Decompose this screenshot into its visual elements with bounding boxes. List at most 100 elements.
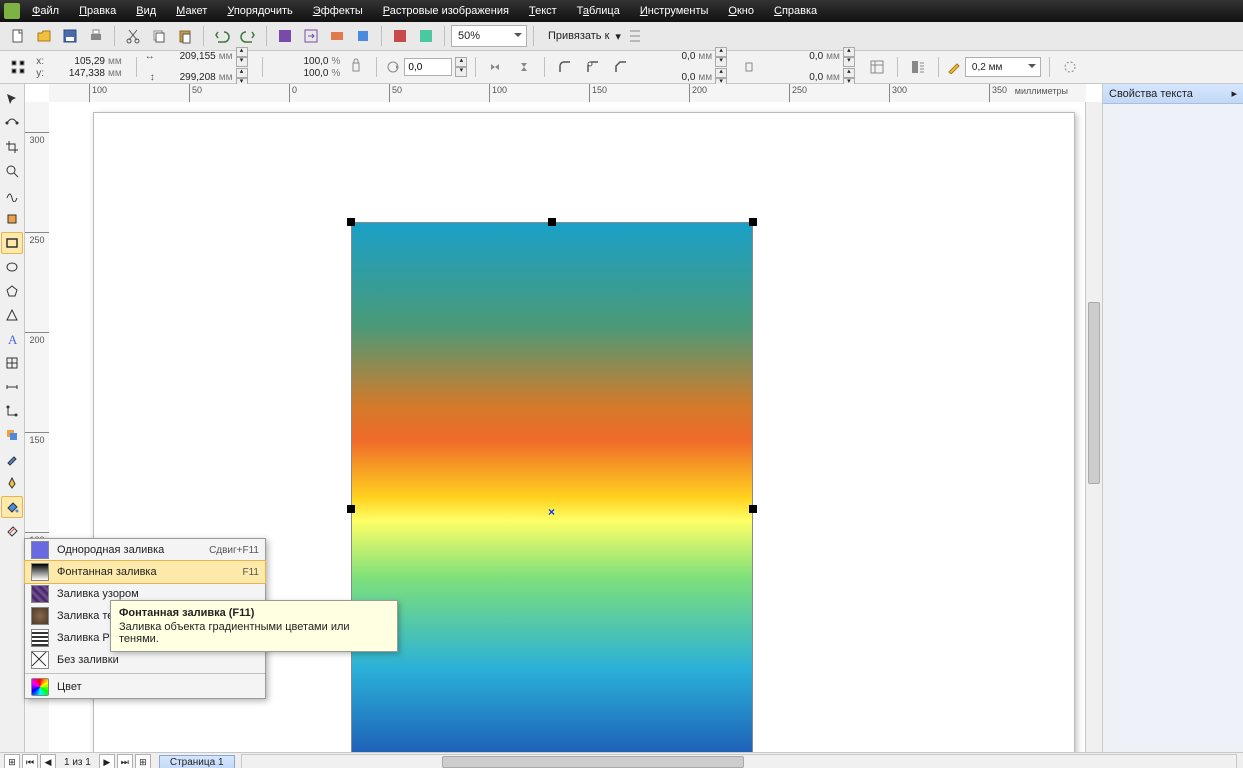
object-origin-button[interactable] xyxy=(6,55,30,79)
first-page-button[interactable]: ⏮ xyxy=(22,754,38,768)
lock-ratio-button[interactable] xyxy=(344,55,368,79)
selected-rectangle[interactable]: × xyxy=(351,222,753,752)
horizontal-ruler[interactable]: 100 50 0 50 100 150 200 250 300 350 милл… xyxy=(49,84,1086,103)
pick-tool[interactable] xyxy=(1,88,23,110)
width-value[interactable]: 209,155 xyxy=(158,51,216,62)
menu-arrange[interactable]: Упорядочить xyxy=(219,3,300,19)
connector-tool[interactable] xyxy=(1,400,23,422)
corner-br[interactable]: 0,0 xyxy=(765,72,823,83)
add-page-after-button[interactable]: ⊞ xyxy=(135,754,151,768)
smart-fill-tool[interactable] xyxy=(1,208,23,230)
paste-button[interactable] xyxy=(173,24,197,48)
menu-view[interactable]: Вид xyxy=(128,3,164,19)
app1-button[interactable] xyxy=(388,24,412,48)
handle-top-left[interactable] xyxy=(347,218,355,226)
cut-button[interactable] xyxy=(121,24,145,48)
menu-bitmaps[interactable]: Растровые изображения xyxy=(375,3,517,19)
publish-button[interactable] xyxy=(325,24,349,48)
corner-bl[interactable]: 0,0 xyxy=(637,72,695,83)
snap-options-button[interactable] xyxy=(623,24,647,48)
rotation-spinner[interactable]: ▴▾ xyxy=(455,57,467,77)
wrap-text-button[interactable] xyxy=(906,55,930,79)
ellipse-tool[interactable] xyxy=(1,256,23,278)
corner-tl[interactable]: 0,0 xyxy=(637,51,695,62)
menu-file[interactable]: ФФайлайл xyxy=(24,3,67,19)
save-button[interactable] xyxy=(58,24,82,48)
rectangle-tool[interactable] xyxy=(1,232,23,254)
handle-right[interactable] xyxy=(749,505,757,513)
mirror-v-button[interactable] xyxy=(512,55,536,79)
horizontal-scrollbar[interactable] xyxy=(241,754,1237,768)
color-dialog-item[interactable]: Цвет xyxy=(25,676,265,698)
corner-lock-button[interactable] xyxy=(737,55,761,79)
next-page-button[interactable]: ▶ xyxy=(99,754,115,768)
corner-scallop-button[interactable] xyxy=(581,55,605,79)
crop-tool[interactable] xyxy=(1,136,23,158)
menu-help[interactable]: Справка xyxy=(766,3,825,19)
shape-tool[interactable] xyxy=(1,112,23,134)
hscroll-thumb[interactable] xyxy=(442,756,744,768)
zoom-select[interactable]: 50% xyxy=(451,25,527,47)
height-value[interactable]: 299,208 xyxy=(158,72,216,83)
rotation-input[interactable] xyxy=(404,58,452,76)
undo-button[interactable] xyxy=(210,24,234,48)
text-properties-panel-title[interactable]: Свойства текста ▸ xyxy=(1103,84,1243,104)
fountain-fill-item[interactable]: Фонтанная заливка F11 xyxy=(24,560,266,584)
vertical-scrollbar[interactable] xyxy=(1085,102,1102,752)
basic-shapes-tool[interactable] xyxy=(1,304,23,326)
import-button[interactable] xyxy=(273,24,297,48)
export-button[interactable] xyxy=(299,24,323,48)
panel-toggle-icon[interactable]: ▸ xyxy=(1231,87,1237,100)
side-panel: Свойства текста ▸ xyxy=(1102,84,1243,752)
menu-tools[interactable]: Инструменты xyxy=(632,3,717,19)
last-page-button[interactable]: ⏭ xyxy=(117,754,133,768)
scale-x-value[interactable]: 100,0 xyxy=(271,56,329,67)
dimension-tool[interactable] xyxy=(1,376,23,398)
relative-corner-button[interactable] xyxy=(865,55,889,79)
handle-top-right[interactable] xyxy=(749,218,757,226)
mirror-h-button[interactable] xyxy=(484,55,508,79)
new-button[interactable] xyxy=(6,24,30,48)
prev-page-button[interactable]: ◀ xyxy=(40,754,56,768)
corner-chamfer-button[interactable] xyxy=(609,55,633,79)
menu-layout[interactable]: Макет xyxy=(168,3,215,19)
width-spinner[interactable]: ▴▾ xyxy=(236,47,248,67)
menu-table[interactable]: Таблица xyxy=(569,3,628,19)
menu-edit[interactable]: Правка xyxy=(71,3,124,19)
interactive-fill-tool[interactable] xyxy=(1,520,23,542)
to-curves-button[interactable] xyxy=(1058,55,1082,79)
outline-tool[interactable] xyxy=(1,472,23,494)
vscroll-thumb[interactable] xyxy=(1088,302,1100,484)
corner-round-button[interactable] xyxy=(553,55,577,79)
launch-button[interactable] xyxy=(351,24,375,48)
text-tool[interactable]: A xyxy=(1,328,23,350)
copy-button[interactable] xyxy=(147,24,171,48)
y-value[interactable]: 147,338 xyxy=(47,68,105,79)
add-page-button[interactable]: ⊞ xyxy=(4,754,20,768)
outline-width-select[interactable]: 0,2 мм xyxy=(965,57,1041,77)
corner-tr[interactable]: 0,0 xyxy=(765,51,823,62)
table-tool[interactable] xyxy=(1,352,23,374)
freehand-tool[interactable] xyxy=(1,184,23,206)
print-button[interactable] xyxy=(84,24,108,48)
menu-window[interactable]: Окно xyxy=(720,3,762,19)
zoom-tool[interactable] xyxy=(1,160,23,182)
redo-button[interactable] xyxy=(236,24,260,48)
tooltip-title: Фонтанная заливка (F11) xyxy=(119,607,389,619)
open-button[interactable] xyxy=(32,24,56,48)
no-fill-item[interactable]: Без заливки xyxy=(25,649,265,671)
uniform-fill-item[interactable]: Однородная заливка Сдвиг+F11 xyxy=(25,539,265,561)
handle-left[interactable] xyxy=(347,505,355,513)
app2-button[interactable] xyxy=(414,24,438,48)
page-tab[interactable]: Страница 1 xyxy=(159,755,235,768)
fill-tool[interactable] xyxy=(1,496,23,518)
polygon-tool[interactable] xyxy=(1,280,23,302)
rotation-group: ▴▾ xyxy=(385,57,467,77)
x-value[interactable]: 105,29 xyxy=(47,56,105,67)
menu-effects[interactable]: Эффекты xyxy=(305,3,371,19)
handle-top[interactable] xyxy=(548,218,556,226)
menu-text[interactable]: Текст xyxy=(521,3,565,19)
scale-y-value[interactable]: 100,0 xyxy=(271,68,329,79)
effects-tool[interactable] xyxy=(1,424,23,446)
eyedropper-tool[interactable] xyxy=(1,448,23,470)
